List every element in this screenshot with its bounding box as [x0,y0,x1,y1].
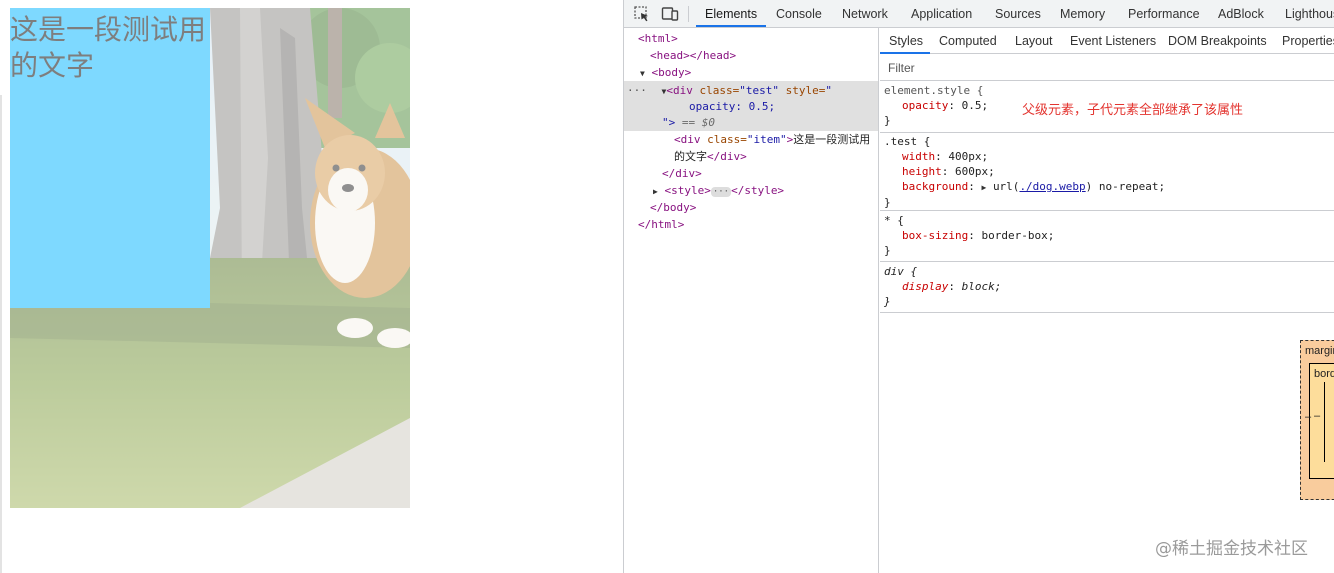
tab-sources[interactable]: Sources [995,0,1041,28]
dom-node-body[interactable]: ▼ <body> [640,64,691,82]
tab-memory[interactable]: Memory [1060,0,1105,28]
dom-node-item-div[interactable]: <div class="item">这是一段测试用 [674,131,870,148]
dom-node-html[interactable]: <html> [638,30,678,47]
box-model-border: border – [1309,363,1334,479]
dom-tree: <html> <head></head> ▼ <body> ··· ▼ <div … [624,28,879,573]
test-container: 这是一段测试用的文字 [10,8,410,508]
dom-node-item-text-cont: 的文字</div> [674,150,747,163]
styles-filter-input[interactable]: Filter [880,55,1334,81]
active-subtab-indicator [880,52,930,54]
annotation-text: 父级元素，子代元素全部继承了该属性 [1022,103,1244,118]
subtab-dom-breakpoints[interactable]: DOM Breakpoints [1168,28,1267,54]
item-text-box: 这是一段测试用的文字 [10,8,210,308]
dom-node-test-close: </div> [662,167,702,180]
tab-adblock[interactable]: AdBlock [1218,0,1264,28]
collapsed-content-icon[interactable]: ··· [710,187,732,197]
rule-div-user-agent: div { display: block; } [880,262,1334,313]
active-tab-indicator [696,25,766,27]
background-url-link[interactable]: ./dog.webp [1019,180,1085,193]
devtools-toolbar: Elements Console Network Application Sou… [624,0,1334,28]
box-model-margin: margin border – – [1300,340,1334,500]
page-preview: 这是一段测试用的文字 [0,0,623,573]
tab-application[interactable]: Application [911,0,972,28]
subtab-styles[interactable]: Styles [889,28,923,54]
viewport-edge [0,95,2,573]
rule-test: .test { width: 400px; height: 600px; bac… [880,133,1334,211]
tab-console[interactable]: Console [776,0,822,28]
row-more-icon[interactable]: ··· [627,84,647,97]
collapse-triangle-icon[interactable]: ▶ [653,187,658,196]
expand-triangle-icon[interactable]: ▼ [640,69,645,78]
dom-node-style[interactable]: ▶ <style> ··· </style> [653,182,784,200]
tab-performance[interactable]: Performance [1128,0,1200,28]
toolbar-separator [688,6,689,22]
subtab-properties[interactable]: Properties [1282,28,1334,54]
tab-lighthouse[interactable]: Lighthouse [1285,0,1334,28]
styles-subtabs: Styles Computed Layout Event Listeners D… [880,28,1334,54]
dom-node-html-close: </html> [638,218,685,231]
expand-shorthand-icon[interactable]: ▶ [981,183,986,192]
tab-network[interactable]: Network [842,0,888,28]
box-model-padding [1324,382,1334,462]
devtools-panel: Elements Console Network Application Sou… [623,0,1334,573]
subtab-computed[interactable]: Computed [939,28,997,54]
inspect-element-icon[interactable] [633,5,651,23]
dom-style-attr-value: opacity: 0.5; [689,100,776,113]
watermark: @稀土掘金技术社区 [1155,539,1308,559]
device-toolbar-icon[interactable] [661,5,679,23]
dom-selected-marker: "> == $0 [662,116,715,129]
dom-node-head[interactable]: <head></head> [650,47,736,64]
tab-elements[interactable]: Elements [705,0,757,28]
subtab-event-listeners[interactable]: Event Listeners [1070,28,1156,54]
styles-pane: Styles Computed Layout Event Listeners D… [880,28,1334,573]
dom-node-body-close: </body> [650,201,697,214]
rule-universal: * { box-sizing: border-box; } [880,211,1334,262]
subtab-layout[interactable]: Layout [1015,28,1053,54]
